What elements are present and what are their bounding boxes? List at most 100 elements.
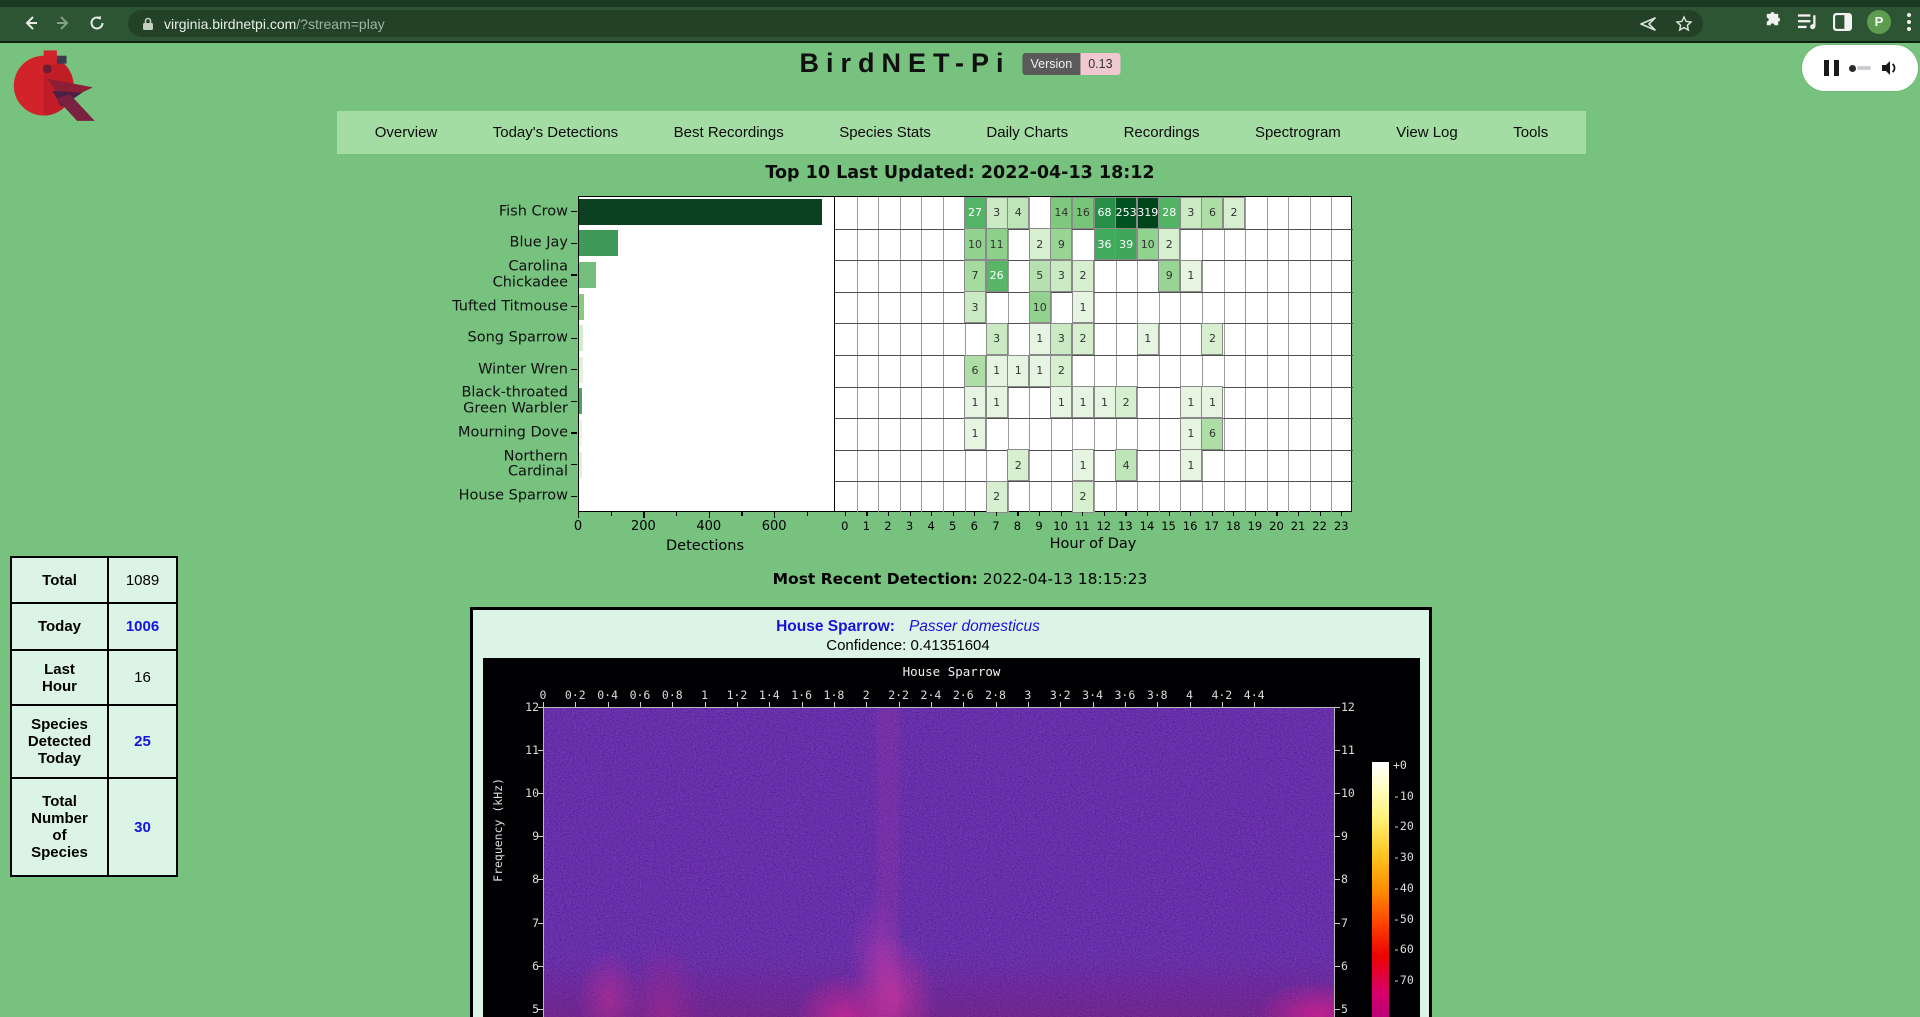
spectrogram-freq-label-left: 12	[519, 700, 539, 714]
bookmark-star-icon[interactable]	[1675, 15, 1693, 33]
heatmap-cell: 9	[1050, 228, 1072, 260]
spectrogram-time-label: 1	[701, 688, 708, 702]
stats-value-today[interactable]: 1006	[109, 604, 176, 649]
nav-item-best-recordings[interactable]: Best Recordings	[674, 124, 784, 141]
nav-item-spectrogram[interactable]: Spectrogram	[1255, 124, 1341, 141]
spectrogram-time-label: 3·2	[1050, 688, 1071, 702]
refresh-icon[interactable]	[86, 12, 108, 34]
stats-value-total-number-of-species[interactable]: 30	[109, 779, 176, 875]
address-bar[interactable]: virginia.birdnetpi.com/?stream=play	[128, 10, 1703, 37]
seek-bar[interactable]	[1849, 65, 1871, 72]
extensions-icon[interactable]	[1763, 12, 1782, 31]
browser-tab-strip	[0, 0, 1920, 7]
spectrogram-freq-label-right: 7	[1341, 916, 1348, 930]
spectrogram-freq-label-right: 10	[1341, 786, 1355, 800]
species-axis-tick	[571, 464, 577, 465]
heatmap-cell: 2	[1201, 323, 1223, 355]
species-axis-tick	[571, 243, 577, 244]
volume-icon[interactable]	[1881, 60, 1898, 76]
hour-axis-tick	[1212, 512, 1213, 516]
heatmap-cell: 1	[1029, 323, 1051, 355]
heatmap-cell: 1	[964, 386, 986, 418]
spectrogram-freq-tick	[538, 836, 543, 837]
forward-icon[interactable]	[52, 12, 74, 34]
spectrogram-freq-label-left: 9	[519, 829, 539, 843]
stats-label-total: Total	[12, 558, 107, 602]
nav-item-daily-charts[interactable]: Daily Charts	[986, 124, 1068, 141]
spectrogram-scale-label: -30	[1393, 850, 1414, 864]
species-label-song-sparrow: Song Sparrow	[468, 330, 568, 346]
version-badge: Version 0.13	[1022, 53, 1120, 75]
spectrogram-freq-tick	[538, 923, 543, 924]
heatmap-cell: 1	[964, 418, 986, 450]
heatmap-gridline-v	[1137, 197, 1138, 513]
nav-item-view-log[interactable]: View Log	[1396, 124, 1457, 141]
spectrogram-time-label: 1·6	[791, 688, 812, 702]
species-label-winter-wren: Winter Wren	[478, 362, 568, 378]
spectrogram-scale-label: -60	[1393, 942, 1414, 956]
browser-menu-icon[interactable]	[1906, 12, 1912, 32]
heatmap-cell: 2	[1007, 449, 1029, 481]
species-axis-tick	[571, 369, 577, 370]
hour-axis-tick	[910, 512, 911, 516]
bar-axis-tick	[774, 512, 775, 518]
nav-item-today-s-detections[interactable]: Today's Detections	[493, 124, 618, 141]
heatmap-cell: 2	[1223, 197, 1245, 229]
heatmap-gridline-v	[1245, 197, 1246, 513]
bar-black-throated-green-warbler	[579, 388, 582, 414]
spectrogram-time-label: 2·6	[953, 688, 974, 702]
species-label-tufted-titmouse: Tufted Titmouse	[452, 299, 568, 315]
stats-value-species-detected-today[interactable]: 25	[109, 706, 176, 777]
bar-axis-minor-tick	[807, 512, 808, 516]
spectrogram-time-label: 0·4	[597, 688, 618, 702]
heatmap-cell: 2	[1029, 228, 1051, 260]
species-axis-tick	[571, 211, 577, 212]
nav-item-tools[interactable]: Tools	[1513, 124, 1548, 141]
spectrogram-colorbar	[1372, 762, 1389, 1017]
spectrogram-freq-label-right: 12	[1341, 700, 1355, 714]
spectrogram-time-label: 0·8	[662, 688, 683, 702]
side-panel-icon[interactable]	[1833, 13, 1852, 31]
heatmap-cell: 2	[1115, 386, 1137, 418]
detection-scientific-name: Passer domesticus	[909, 618, 1040, 635]
spectrogram-image: House Sparrow Frequency (kHz) 00·20·40·6…	[483, 658, 1420, 1017]
pause-icon[interactable]	[1824, 60, 1839, 76]
heatmap-cell: 1	[986, 386, 1008, 418]
media-queue-icon[interactable]	[1797, 12, 1818, 31]
nav-item-overview[interactable]: Overview	[375, 124, 438, 141]
bar-axis-tick	[578, 512, 579, 518]
stats-label-today: Today	[12, 604, 107, 649]
spectrogram-freq-tick	[1335, 750, 1340, 751]
spectrogram-title: House Sparrow	[483, 664, 1420, 679]
hour-axis-tick	[1190, 512, 1191, 516]
spectrogram-time-label: 3·8	[1147, 688, 1168, 702]
spectrogram-freq-tick	[1335, 923, 1340, 924]
spectrogram-freq-label-right: 6	[1341, 959, 1348, 973]
most-recent-label: Most Recent Detection:	[773, 570, 978, 588]
spectrogram-time-label: 0·6	[630, 688, 651, 702]
spectrogram-time-label: 2·2	[888, 688, 909, 702]
nav-item-recordings[interactable]: Recordings	[1124, 124, 1200, 141]
nav-item-species-stats[interactable]: Species Stats	[839, 124, 931, 141]
send-icon[interactable]	[1639, 15, 1657, 33]
heatmap-gridline-v	[878, 197, 879, 513]
spectrogram-time-tick	[899, 702, 900, 707]
spectrogram-time-tick	[1190, 702, 1191, 707]
spectrogram-time-label: 2·8	[985, 688, 1006, 702]
species-axis-tick	[571, 496, 577, 497]
spectrogram-freq-label-right: 8	[1341, 872, 1348, 886]
spectrogram-time-tick	[834, 702, 835, 707]
species-label-mourning-dove: Mourning Dove	[458, 425, 568, 441]
heatmap-cell: 2	[1072, 481, 1094, 513]
hour-axis-tick	[1104, 512, 1105, 516]
nav-bar: Overview Today's Detections Best Recording…	[337, 111, 1586, 154]
heatmap-cell: 3	[986, 323, 1008, 355]
audio-player[interactable]	[1802, 45, 1918, 91]
heatmap-cell: 3	[1050, 260, 1072, 292]
spectrogram-freq-label-right: 5	[1341, 1002, 1348, 1016]
back-icon[interactable]	[20, 12, 42, 34]
heatmap-gridline-v	[1072, 197, 1073, 513]
profile-avatar[interactable]: P	[1867, 10, 1891, 34]
spectrogram-freq-tick	[538, 1009, 543, 1010]
bar-fish-crow	[579, 199, 822, 225]
